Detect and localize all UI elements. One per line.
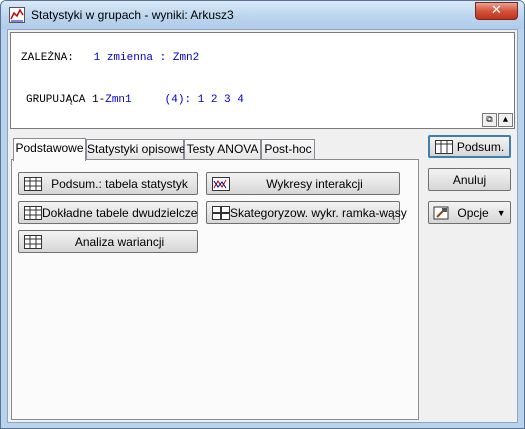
summary-table-button[interactable]: Podsum.: tabela statystyk	[18, 172, 198, 195]
tab-post-hoc[interactable]: Post-hoc	[261, 139, 315, 160]
title-bar[interactable]: Statystyki w grupach - wyniki: Arkusz3 ✕	[1, 1, 524, 29]
hammer-icon	[433, 206, 449, 219]
close-button[interactable]: ✕	[475, 2, 518, 20]
options-button[interactable]: Opcje ▼	[428, 201, 511, 224]
summary-button-label: Podsum.	[456, 139, 505, 154]
cancel-button-label: Anuluj	[452, 172, 487, 187]
table-icon	[434, 139, 453, 154]
interaction-plots-button[interactable]: Wykresy interakcji	[206, 172, 400, 195]
table-icon	[24, 234, 42, 249]
grouping-values: 1 2 3 4	[197, 94, 244, 106]
selection-summary-panel: ZALEŻNA: 1 zmienna : Zmn2 GRUPUJĄCA 1-Zm…	[10, 32, 515, 129]
grouping-label: GRUPUJĄCA 1-	[26, 94, 106, 106]
categorized-boxplot-label: Skategoryzow. wykr. ramka-wąsy	[230, 205, 407, 220]
dependent-variable: Zmn2	[172, 52, 200, 64]
window-title: Statystyki w grupach - wyniki: Arkusz3	[31, 8, 234, 22]
boxplot-icon	[212, 205, 230, 220]
table-icon	[24, 205, 42, 220]
interaction-plots-label: Wykresy interakcji	[266, 176, 363, 191]
summary-table-label: Podsum.: tabela statystyk	[51, 176, 188, 191]
close-icon: ✕	[491, 3, 502, 18]
categorized-boxplot-button[interactable]: Skategoryzow. wykr. ramka-wąsy	[206, 201, 407, 224]
app-window: Statystyki w grupach - wyniki: Arkusz3 ✕…	[0, 0, 525, 429]
dependent-label: ZALEŻNA:	[21, 52, 74, 64]
options-button-label: Opcje	[457, 205, 489, 220]
dialog-client: ZALEŻNA: 1 zmienna : Zmn2 GRUPUJĄCA 1-Zm…	[7, 29, 518, 423]
detailed-tables-button[interactable]: Dokładne tabele dwudzielcze	[18, 201, 198, 224]
chart-app-icon	[9, 7, 25, 23]
detailed-tables-label: Dokładne tabele dwudzielcze	[42, 205, 198, 220]
tab-testy-anova[interactable]: Testy ANOVA	[184, 139, 261, 160]
cancel-button[interactable]: Anuluj	[428, 168, 511, 191]
grouping-variables-line: GRUPUJĄCA 1-Zmn1 (4): 1 2 3 4	[26, 94, 244, 106]
anova-label: Analiza wariancji	[74, 234, 165, 249]
anova-button[interactable]: Analiza wariancji	[18, 230, 198, 253]
dropdown-arrow-icon: ▼	[496, 207, 506, 218]
tab-panel-podstawowe: Podsum.: tabela statystyk Wykresy intera…	[11, 159, 419, 420]
copy-icon[interactable]: ⧉	[482, 113, 497, 127]
interaction-plot-icon	[212, 176, 230, 191]
grouping-levels: (4):	[164, 94, 192, 106]
dependent-variables-line: ZALEŻNA: 1 zmienna : Zmn2	[21, 52, 199, 64]
summary-button[interactable]: Podsum.	[428, 135, 511, 158]
table-icon	[24, 176, 42, 191]
grouping-variable: Zmn1	[105, 94, 132, 106]
tab-podstawowe[interactable]: Podstawowe	[13, 138, 86, 161]
collapse-up-icon[interactable]: ▲	[498, 113, 513, 127]
dependent-count: 1 zmienna :	[93, 52, 167, 64]
tab-statystyki-opisowe[interactable]: Statystyki opisowe	[86, 139, 186, 160]
